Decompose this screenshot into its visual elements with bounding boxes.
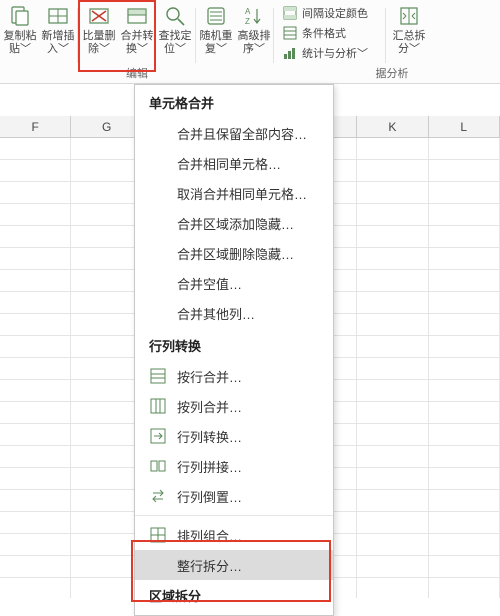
find-locate-label: 查找定 位﹀ — [159, 30, 192, 56]
menu-item-unmerge-same[interactable]: • 取消合并相同单元格… — [135, 178, 333, 208]
menu-item-row-col-reverse[interactable]: 行列倒置… — [135, 481, 333, 511]
stats-label: 统计与分析﹀ — [302, 45, 368, 61]
menu-item-merge-area-del-hide[interactable]: • 合并区域删除隐藏… — [135, 238, 333, 268]
stats-analysis-button[interactable]: 统计与分析﹀ — [282, 44, 368, 62]
batch-delete-label: 比量删 除﹀ — [83, 30, 116, 56]
merge-convert-label: 合并转 换﹀ — [121, 30, 154, 56]
menu-section-title-partial: 区域拆分 — [135, 580, 333, 611]
menu-item-label: 排列组合… — [177, 526, 242, 545]
merge-convert-button[interactable]: 合并转 换﹀ — [118, 2, 156, 66]
reverse-icon — [149, 487, 167, 505]
ribbon-group-clipboard: 复制粘 贴﹀ 新增插 入﹀ — [0, 2, 78, 83]
ribbon-group-edit: 比量删 除﹀ 合并转 换﹀ 查找定 位﹀ 编辑 — [78, 2, 196, 83]
cond-format-icon — [282, 25, 298, 41]
combo-icon — [149, 526, 167, 544]
insert-label: 新增插 入﹀ — [42, 30, 75, 56]
menu-item-label: 合并相同单元格… — [177, 154, 281, 173]
convert-icon — [149, 427, 167, 445]
menu-item-row-col-join[interactable]: 行列拼接… — [135, 451, 333, 481]
grid-icon — [149, 397, 167, 415]
menu-item-by-col-merge[interactable]: 按列合并… — [135, 391, 333, 421]
advanced-sort-button[interactable]: AZ 高级排 序﹀ — [235, 2, 273, 66]
random-icon — [204, 4, 228, 28]
menu-item-label: 取消合并相同单元格… — [177, 184, 307, 203]
menu-item-merge-same[interactable]: • 合并相同单元格… — [135, 148, 333, 178]
merge-convert-dropdown: 单元格合并 • 合并且保留全部内容… • 合并相同单元格… • 取消合并相同单元… — [134, 84, 334, 616]
menu-item-merge-other-col[interactable]: • 合并其他列… — [135, 298, 333, 328]
insert-button[interactable]: 新增插 入﹀ — [39, 2, 77, 66]
menu-item-by-row-merge[interactable]: 按行合并… — [135, 361, 333, 391]
batch-delete-icon — [87, 4, 111, 28]
col-head[interactable]: K — [357, 116, 428, 137]
menu-item-label: 行列转换… — [177, 427, 242, 446]
clipboard-icon — [8, 4, 32, 28]
random-repeat-button[interactable]: 随机重 复﹀ — [197, 2, 235, 66]
menu-item-label: 合并且保留全部内容… — [177, 124, 307, 143]
stats-icon — [282, 45, 298, 61]
menu-item-label: 合并区域添加隐藏… — [177, 214, 294, 233]
batch-delete-button[interactable]: 比量删 除﹀ — [80, 2, 118, 66]
interval-color-icon — [282, 5, 298, 21]
ribbon-group-analysis: 汇总拆 分﹀ 据分析 — [386, 2, 432, 83]
menu-item-label: 按列合并… — [177, 397, 242, 416]
ribbon-group-sort: 随机重 复﹀ AZ 高级排 序﹀ — [196, 2, 274, 83]
pivot-split-icon — [397, 4, 421, 28]
advanced-sort-label: 高级排 序﹀ — [238, 30, 271, 56]
menu-section-title: 行列转换 — [135, 328, 333, 361]
menu-item-label: 按行合并… — [177, 367, 242, 386]
copy-paste-button[interactable]: 复制粘 贴﹀ — [1, 2, 39, 66]
menu-item-row-split[interactable]: • 整行拆分… — [135, 550, 333, 580]
svg-text:A: A — [245, 7, 251, 16]
conditional-format-button[interactable]: 条件格式 — [282, 24, 368, 42]
edit-group-label: 编辑 — [78, 65, 196, 81]
ribbon-toolbar: 复制粘 贴﹀ 新增插 入﹀ 比量删 除﹀ 合并转 换﹀ — [0, 0, 500, 84]
interval-color-button[interactable]: 间隔设定颜色 — [282, 4, 368, 22]
menu-section-title: 单元格合并 — [135, 85, 333, 118]
cond-format-label: 条件格式 — [302, 25, 346, 41]
menu-item-label: 合并其他列… — [177, 304, 255, 323]
col-head[interactable]: L — [429, 116, 500, 137]
menu-item-merge-keep-all[interactable]: • 合并且保留全部内容… — [135, 118, 333, 148]
menu-item-label: 行列拼接… — [177, 457, 242, 476]
menu-item-row-col-convert[interactable]: 行列转换… — [135, 421, 333, 451]
find-locate-button[interactable]: 查找定 位﹀ — [156, 2, 194, 66]
menu-item-merge-blank[interactable]: • 合并空值… — [135, 268, 333, 298]
menu-item-label: 整行拆分… — [177, 556, 242, 575]
join-icon — [149, 457, 167, 475]
col-head[interactable]: G — [71, 116, 142, 137]
menu-item-label: 合并区域删除隐藏… — [177, 244, 294, 263]
col-head[interactable]: F — [0, 116, 71, 137]
svg-text:Z: Z — [245, 17, 250, 26]
pivot-split-button[interactable]: 汇总拆 分﹀ — [390, 2, 428, 66]
menu-separator — [135, 515, 333, 516]
find-icon — [163, 4, 187, 28]
random-repeat-label: 随机重 复﹀ — [200, 30, 233, 56]
menu-item-merge-area-add-hide[interactable]: • 合并区域添加隐藏… — [135, 208, 333, 238]
menu-item-label: 合并空值… — [177, 274, 242, 293]
copy-paste-label: 复制粘 贴﹀ — [4, 30, 37, 56]
grid-icon — [149, 367, 167, 385]
sort-icon: AZ — [242, 4, 266, 28]
interval-color-label: 间隔设定颜色 — [302, 5, 368, 21]
menu-item-arrange-combo[interactable]: 排列组合… — [135, 520, 333, 550]
menu-item-label: 行列倒置… — [177, 487, 242, 506]
analysis-group-label-partial: 据分析 — [352, 65, 432, 81]
insert-icon — [46, 4, 70, 28]
pivot-split-label: 汇总拆 分﹀ — [393, 30, 426, 56]
merge-convert-icon — [125, 4, 149, 28]
